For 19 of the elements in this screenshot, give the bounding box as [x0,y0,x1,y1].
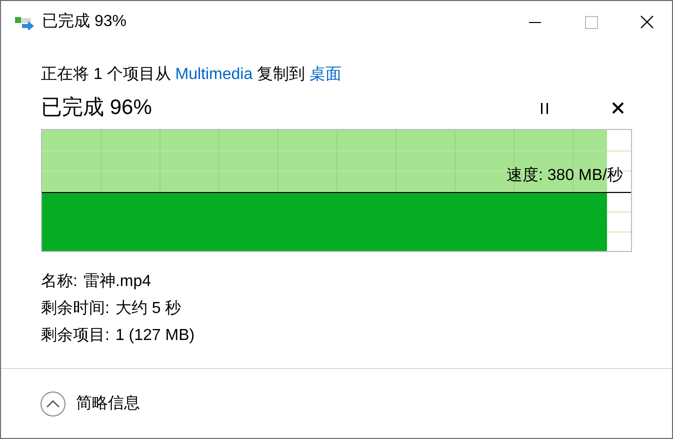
progress-heading: 已完成 96% [41,95,152,122]
speed-label: 速度: 380 MB/秒 [506,166,623,186]
detail-value: 大约 5 秒 [115,298,182,319]
detail-value: 1 (127 MB) [115,326,195,346]
pause-icon [540,102,548,114]
maximize-icon [584,16,598,28]
detail-value: 雷神.mp4 [83,272,152,292]
source-link[interactable]: Multimedia [175,66,253,83]
destination-link[interactable]: 桌面 [310,66,342,83]
copy-icon [14,14,36,30]
detail-label: 名称: [41,272,78,292]
chevron-up-icon [40,390,66,416]
cancel-icon [612,102,624,114]
close-icon [640,15,654,29]
window-title: 已完成 93% [42,12,126,32]
details-toggle[interactable]: 简略信息 [40,390,140,416]
detail-label: 剩余时间: [41,298,110,319]
detail-label: 剩余项目: [41,326,110,346]
copy-description: 正在将 1 个项目从 Multimedia 复制到 桌面 [41,64,343,85]
